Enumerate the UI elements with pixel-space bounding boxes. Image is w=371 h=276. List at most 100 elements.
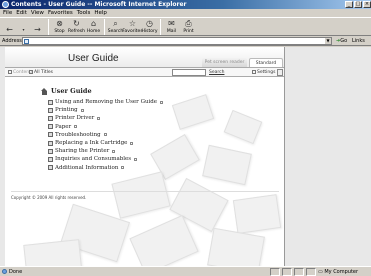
status-pane xyxy=(306,268,316,276)
open-window-icon xyxy=(134,158,138,162)
history-icon: ◷ xyxy=(146,19,153,28)
open-window-icon xyxy=(112,149,116,153)
toc-item[interactable]: Additional Information xyxy=(48,164,241,172)
mail-button[interactable]: ✉ Mail xyxy=(164,17,179,35)
list-icon xyxy=(29,70,33,74)
address-dropdown-button[interactable]: ▼ xyxy=(325,38,331,44)
copyright-text: Copyright © 2009 All rights reserved. xyxy=(11,195,87,200)
print-icon: ⎙ xyxy=(185,19,192,28)
contents-icon xyxy=(8,70,12,74)
toc-item[interactable]: Using and Removing the User Guide xyxy=(48,98,241,106)
decorative-paper xyxy=(207,227,265,266)
toc-item[interactable]: Paper xyxy=(48,123,241,131)
table-of-contents: User Guide Using and Removing the User G… xyxy=(41,87,241,172)
book-icon xyxy=(48,116,53,121)
page-title: User Guide xyxy=(68,53,119,64)
page-header: User Guide Pet screen reader Standard xyxy=(5,47,284,67)
back-button[interactable]: ← xyxy=(2,17,17,35)
maximize-button[interactable]: □ xyxy=(354,1,362,8)
home-icon xyxy=(41,87,48,95)
settings-toggle-button[interactable] xyxy=(277,69,283,76)
back-arrow-icon: ← xyxy=(6,25,13,34)
minimize-button[interactable]: _ xyxy=(345,1,353,8)
go-button[interactable]: ➜Go xyxy=(336,36,347,46)
footer-divider xyxy=(11,191,279,192)
back-dropdown-button[interactable]: ▾ xyxy=(19,17,28,35)
toc-item[interactable]: Printer Driver xyxy=(48,114,241,122)
favorites-button[interactable]: ☆ Favorites xyxy=(122,17,142,35)
chevron-down-icon: ▾ xyxy=(22,27,25,32)
open-window-icon xyxy=(80,108,84,112)
stop-icon: ⊗ xyxy=(56,19,63,28)
vertical-scrollbar[interactable] xyxy=(366,47,371,266)
guide-search-input[interactable] xyxy=(172,69,206,76)
open-window-icon xyxy=(74,125,78,129)
decorative-paper xyxy=(23,239,83,266)
user-guide-page: User Guide Pet screen reader Standard Co… xyxy=(5,47,285,266)
address-input[interactable]: ▼ xyxy=(22,37,332,45)
status-bar: Done ▭ My Computer xyxy=(0,266,371,276)
decorative-paper xyxy=(111,171,171,219)
browser-viewport: User Guide Pet screen reader Standard Co… xyxy=(0,47,371,266)
status-pane xyxy=(294,268,304,276)
toc-item[interactable]: Sharing the Printer xyxy=(48,147,241,155)
toc-heading: User Guide xyxy=(41,87,241,95)
address-label: Address xyxy=(2,38,22,44)
page-done-icon xyxy=(2,269,7,274)
menu-help[interactable]: Help xyxy=(94,9,107,17)
refresh-icon: ↻ xyxy=(73,19,80,28)
toolbar-separator xyxy=(104,19,105,35)
forward-button[interactable]: → xyxy=(30,17,45,35)
links-button[interactable]: Links xyxy=(352,36,365,46)
home-button[interactable]: ⌂ Home xyxy=(86,17,101,35)
status-pane xyxy=(282,268,292,276)
computer-icon: ▭ xyxy=(318,269,323,275)
search-button[interactable]: ⌕ Search xyxy=(108,17,123,35)
search-icon: ⌕ xyxy=(113,19,118,28)
open-window-icon xyxy=(103,133,107,137)
standard-toolbar: ← ▾ → ⊗ Stop ↻ Refresh ⌂ Home ⌕ Search ☆… xyxy=(0,17,371,36)
refresh-button[interactable]: ↻ Refresh xyxy=(68,17,85,35)
close-button[interactable]: × xyxy=(363,1,371,8)
book-icon xyxy=(48,140,53,146)
book-icon xyxy=(48,124,53,130)
status-text: Done xyxy=(9,269,23,275)
page-icon xyxy=(24,39,29,44)
menu-view[interactable]: View xyxy=(31,9,44,17)
toolbar-separator xyxy=(48,19,49,35)
toc-item[interactable]: Troubleshooting xyxy=(48,131,241,139)
mail-icon: ✉ xyxy=(168,19,175,28)
history-button[interactable]: ◷ History xyxy=(142,17,158,35)
print-button[interactable]: ⎙ Print xyxy=(181,17,196,35)
book-icon xyxy=(48,165,53,171)
toc-item[interactable]: Printing xyxy=(48,106,241,114)
tab-standard[interactable]: Standard xyxy=(249,58,283,67)
book-icon xyxy=(48,148,53,154)
toc-item[interactable]: Inquiries and Consumables xyxy=(48,155,241,163)
guide-search-button[interactable]: Search xyxy=(209,68,224,77)
stop-button[interactable]: ⊗ Stop xyxy=(52,17,67,35)
home-icon: ⌂ xyxy=(90,19,97,28)
menu-bar: File Edit View Favorites Tools Help xyxy=(0,9,371,17)
forward-arrow-icon: → xyxy=(34,25,41,34)
nav-all-titles[interactable]: All Titles xyxy=(29,68,53,77)
tab-screen-reader[interactable]: Pet screen reader xyxy=(202,58,247,67)
toc-item[interactable]: Replacing a Ink Cartridge xyxy=(48,139,241,147)
window-titlebar: Contents - User Guide -- Microsoft Inter… xyxy=(0,0,371,9)
open-window-icon xyxy=(160,100,164,104)
open-window-icon xyxy=(121,166,125,170)
toolbar-separator xyxy=(160,19,161,35)
nav-settings[interactable]: Settings xyxy=(252,68,275,77)
book-icon xyxy=(48,132,53,138)
menu-favorites[interactable]: Favorites xyxy=(48,9,73,17)
menu-tools[interactable]: Tools xyxy=(77,9,91,17)
security-zone: ▭ My Computer xyxy=(318,269,359,275)
toc-list: Using and Removing the User Guide Printi… xyxy=(41,98,241,172)
open-window-icon xyxy=(97,117,101,120)
menu-file[interactable]: File xyxy=(3,9,12,17)
decorative-paper xyxy=(232,194,282,234)
book-icon xyxy=(48,157,53,163)
decorative-paper xyxy=(129,214,199,266)
address-bar: Address ▼ ➜Go Links xyxy=(0,36,371,46)
menu-edit[interactable]: Edit xyxy=(16,9,27,17)
